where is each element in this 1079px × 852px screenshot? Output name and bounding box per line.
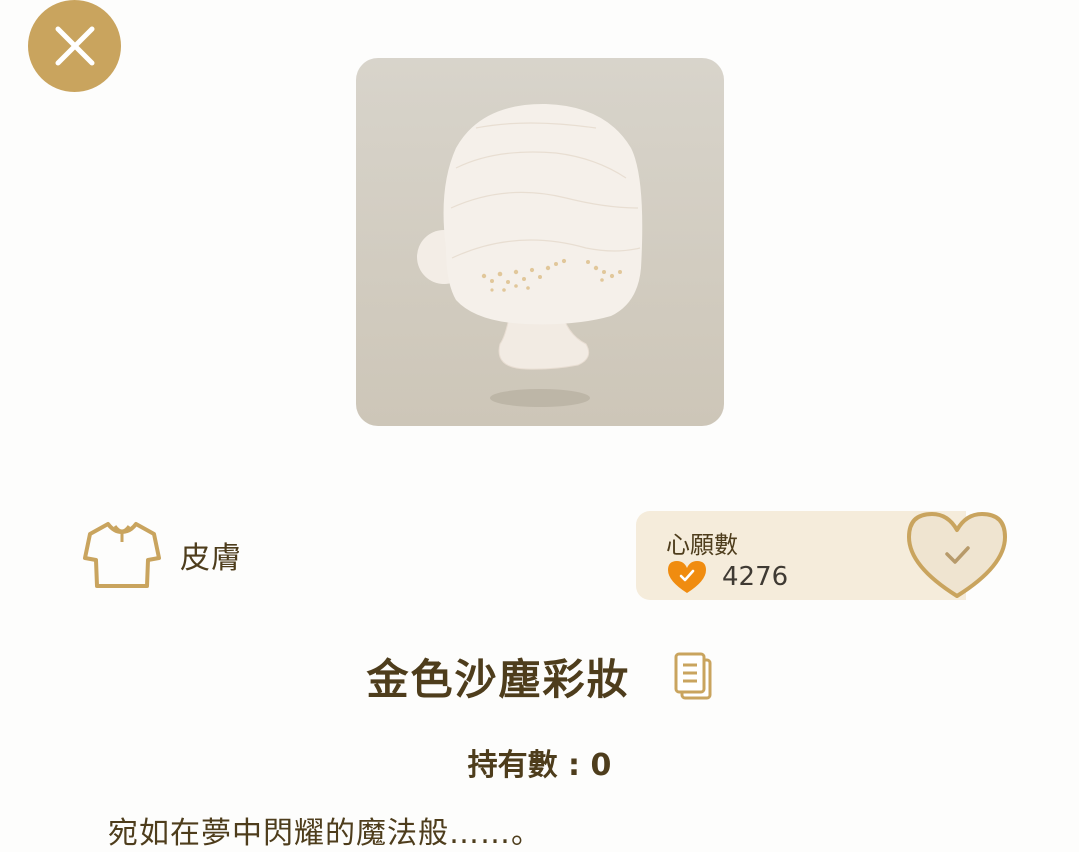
copy-name-button[interactable] (673, 652, 713, 700)
item-preview (356, 58, 724, 426)
skin-mannequin-icon (417, 103, 643, 407)
copy-icon (674, 652, 711, 700)
wishlist-toggle-button[interactable] (905, 510, 1009, 602)
wishlist-count: 4276 (722, 562, 789, 592)
category-label: 皮膚 (180, 541, 242, 576)
shirt-icon (83, 522, 161, 588)
item-title: 金色沙塵彩妝 (366, 654, 631, 704)
heart-check-outline-icon (907, 512, 1007, 598)
wishlist-count-row: 4276 (666, 559, 788, 595)
heart-check-icon (668, 561, 706, 593)
owned-count: 持有數 : 0 (467, 748, 612, 783)
close-button[interactable] (28, 0, 121, 92)
wishlist-label: 心願數 (666, 531, 738, 559)
item-title-row: 金色沙塵彩妝 (0, 645, 1079, 707)
item-description: 宛如在夢中閃耀的魔法般……。 (108, 816, 542, 851)
close-icon (55, 26, 94, 66)
category: 皮膚 (82, 520, 242, 590)
